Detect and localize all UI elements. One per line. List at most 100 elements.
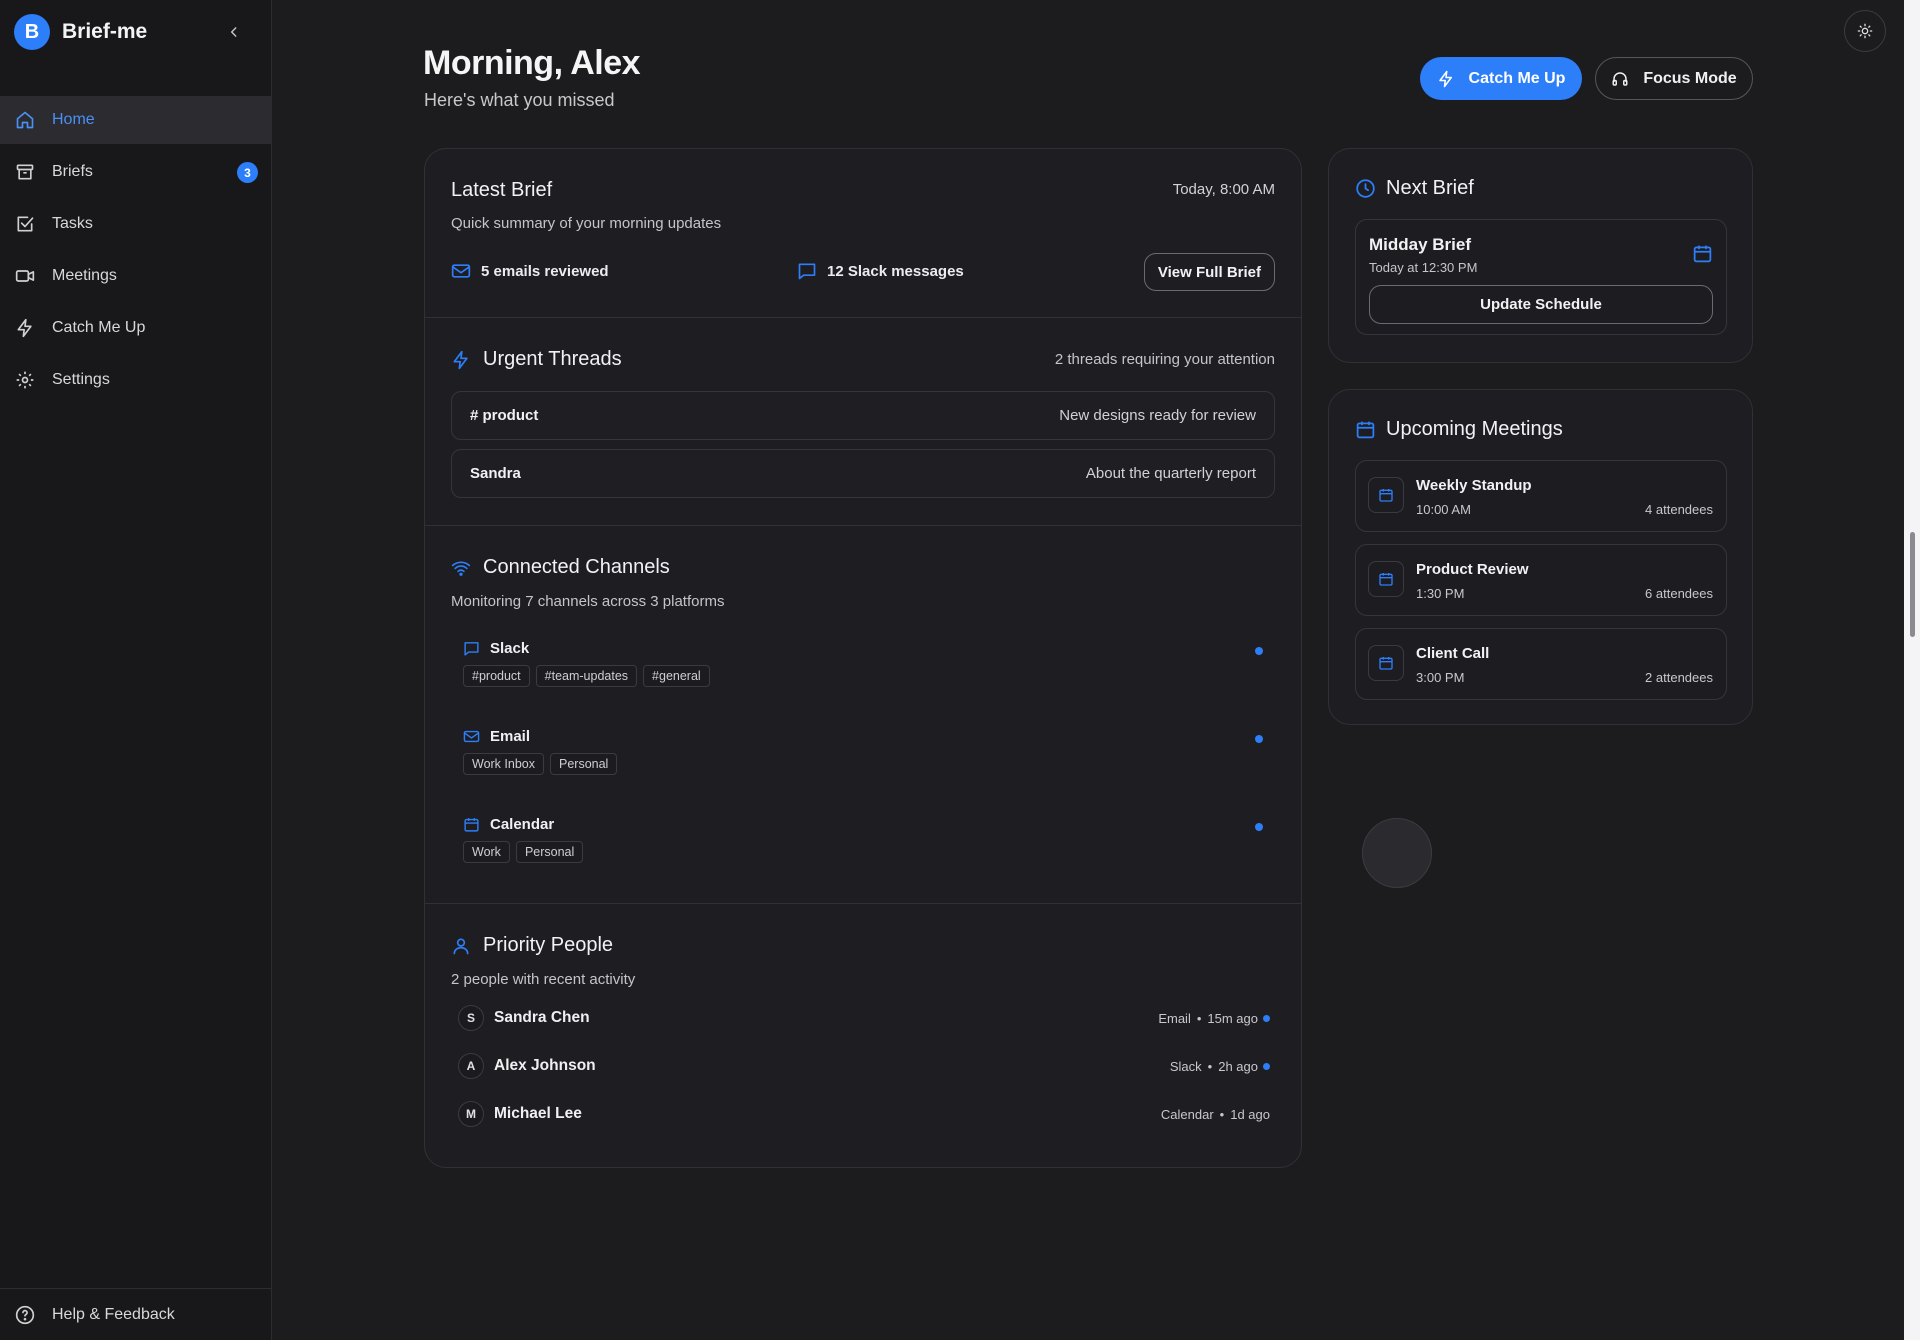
channel-tag: #team-updates (535, 665, 638, 687)
status-dot (1263, 1062, 1270, 1070)
calendar-icon (1355, 419, 1376, 440)
message-icon (463, 640, 480, 657)
sidebar-item-catch-me-up[interactable]: Catch Me Up (0, 304, 272, 352)
brand-name: Brief-me (62, 20, 148, 43)
meeting-title: Weekly Standup (1416, 477, 1532, 494)
channel-email[interactable]: Email Work Inbox Personal (463, 728, 1275, 775)
priority-people-header: Priority People (451, 934, 613, 957)
person-row[interactable]: A Alex Johnson Slack • 2h ago (458, 1051, 1280, 1081)
channel-tags: #product #team-updates #general (463, 665, 1275, 687)
latest-brief-subtitle: Quick summary of your morning updates (451, 215, 722, 232)
person-activity: Slack • 2h ago (1170, 1059, 1270, 1074)
thread-name: Sandra (470, 465, 521, 482)
meeting-attendees: 6 attendees (1645, 586, 1713, 601)
status-dot (1255, 823, 1263, 831)
sun-icon (1857, 23, 1873, 39)
latest-brief-time: Today, 8:00 AM (1172, 181, 1275, 198)
meeting-item[interactable]: Client Call 3:00 PM 2 attendees (1355, 628, 1727, 700)
next-brief-card: Next Brief Midday Brief Today at 12:30 P… (1328, 148, 1753, 363)
channel-tag: Personal (550, 753, 618, 775)
person-name: Sandra Chen (494, 1009, 590, 1026)
upcoming-meetings-title: Upcoming Meetings (1386, 418, 1563, 440)
gear-icon (14, 369, 36, 391)
person-name: Alex Johnson (494, 1057, 596, 1074)
activity-time: 15m ago (1207, 1010, 1258, 1026)
sidebar-item-meetings[interactable]: Meetings (0, 252, 272, 300)
channel-tag: Work (463, 841, 510, 863)
sidebar-item-label: Catch Me Up (52, 319, 146, 336)
thread-name: # product (470, 407, 539, 424)
floating-action-circle[interactable] (1362, 818, 1432, 888)
meeting-time: 3:00 PM (1416, 670, 1465, 685)
activity-source: Email (1158, 1010, 1191, 1026)
sidebar-item-briefs[interactable]: Briefs 3 (0, 148, 272, 196)
sidebar-item-tasks[interactable]: Tasks (0, 200, 272, 248)
page-subtitle: Here's what you missed (424, 90, 615, 110)
archive-icon (14, 161, 36, 183)
theme-toggle-button[interactable] (1844, 10, 1886, 52)
sidebar-item-home[interactable]: Home (0, 96, 272, 144)
meeting-attendees: 4 attendees (1645, 502, 1713, 517)
activity-time: 2h ago (1218, 1058, 1258, 1074)
thread-message: New designs ready for review (1059, 407, 1256, 424)
channel-name: Email (490, 728, 531, 745)
lightning-icon (1437, 70, 1455, 88)
channel-calendar[interactable]: Calendar Work Personal (463, 816, 1275, 863)
briefs-count-badge: 3 (237, 162, 258, 183)
next-brief-header: Next Brief (1355, 177, 1474, 200)
catch-me-up-label: Catch Me Up (1468, 69, 1566, 87)
person-activity: Email • 15m ago (1158, 1011, 1270, 1026)
meeting-attendees: 2 attendees (1645, 670, 1713, 685)
meeting-title: Client Call (1416, 645, 1490, 662)
emails-stat-label: 5 emails reviewed (481, 262, 609, 280)
person-row[interactable]: S Sandra Chen Email • 15m ago (458, 1003, 1280, 1033)
priority-people-title: Priority People (483, 934, 614, 956)
separator: • (1207, 1058, 1213, 1074)
meeting-item[interactable]: Weekly Standup 10:00 AM 4 attendees (1355, 460, 1727, 532)
user-icon (451, 936, 471, 956)
channel-slack[interactable]: Slack #product #team-updates #general (463, 640, 1275, 687)
sidebar-item-label: Briefs (52, 163, 93, 180)
update-schedule-button[interactable]: Update Schedule (1369, 285, 1713, 324)
catch-me-up-button[interactable]: Catch Me Up (1420, 57, 1582, 100)
slack-stat: 12 Slack messages (797, 261, 964, 281)
connected-channels-header: Connected Channels (451, 556, 670, 579)
activity-time: 1d ago (1230, 1106, 1270, 1122)
sidebar-item-settings[interactable]: Settings (0, 356, 272, 404)
wifi-icon (451, 558, 471, 578)
channel-tag: #product (463, 665, 530, 687)
brand[interactable]: B Brief-me (14, 14, 147, 50)
person-row[interactable]: M Michael Lee Calendar • 1d ago (458, 1099, 1280, 1129)
calendar-icon (1368, 561, 1404, 597)
connected-channels-subtitle: Monitoring 7 channels across 3 platforms (451, 593, 725, 610)
latest-brief-section: Latest Brief Today, 8:00 AM Quick summar… (425, 149, 1301, 317)
channel-tag: Work Inbox (463, 753, 544, 775)
thread-item[interactable]: Sandra About the quarterly report (451, 449, 1275, 498)
help-feedback-link[interactable]: Help & Feedback (0, 1288, 272, 1340)
channel-tags: Work Inbox Personal (463, 753, 1275, 775)
calendar-icon (1368, 477, 1404, 513)
channel-name: Calendar (490, 816, 555, 833)
upcoming-meetings-header: Upcoming Meetings (1355, 418, 1563, 441)
message-icon (797, 261, 817, 281)
priority-people-section: Priority People 2 people with recent act… (425, 904, 1301, 1167)
focus-mode-button[interactable]: Focus Mode (1595, 57, 1753, 100)
urgent-threads-title: Urgent Threads (483, 348, 622, 370)
thread-item[interactable]: # product New designs ready for review (451, 391, 1275, 440)
scrollbar-track[interactable] (1904, 0, 1920, 1340)
channel-header: Calendar (463, 816, 1275, 833)
help-circle-icon (14, 1304, 36, 1326)
channel-header: Email (463, 728, 1275, 745)
view-full-brief-button[interactable]: View Full Brief (1143, 253, 1275, 291)
person-activity: Calendar • 1d ago (1161, 1107, 1270, 1122)
collapse-sidebar-button[interactable] (222, 20, 246, 44)
sidebar-item-label: Tasks (52, 215, 93, 232)
connected-channels-title: Connected Channels (483, 556, 670, 578)
meeting-item[interactable]: Product Review 1:30 PM 6 attendees (1355, 544, 1727, 616)
video-icon (14, 265, 36, 287)
activity-source: Calendar (1160, 1106, 1214, 1122)
scrollbar-thumb[interactable] (1910, 532, 1915, 637)
clock-icon (1355, 178, 1376, 199)
midday-brief-box: Midday Brief Today at 12:30 PM Update Sc… (1355, 219, 1727, 335)
brand-logo: B (14, 14, 50, 50)
